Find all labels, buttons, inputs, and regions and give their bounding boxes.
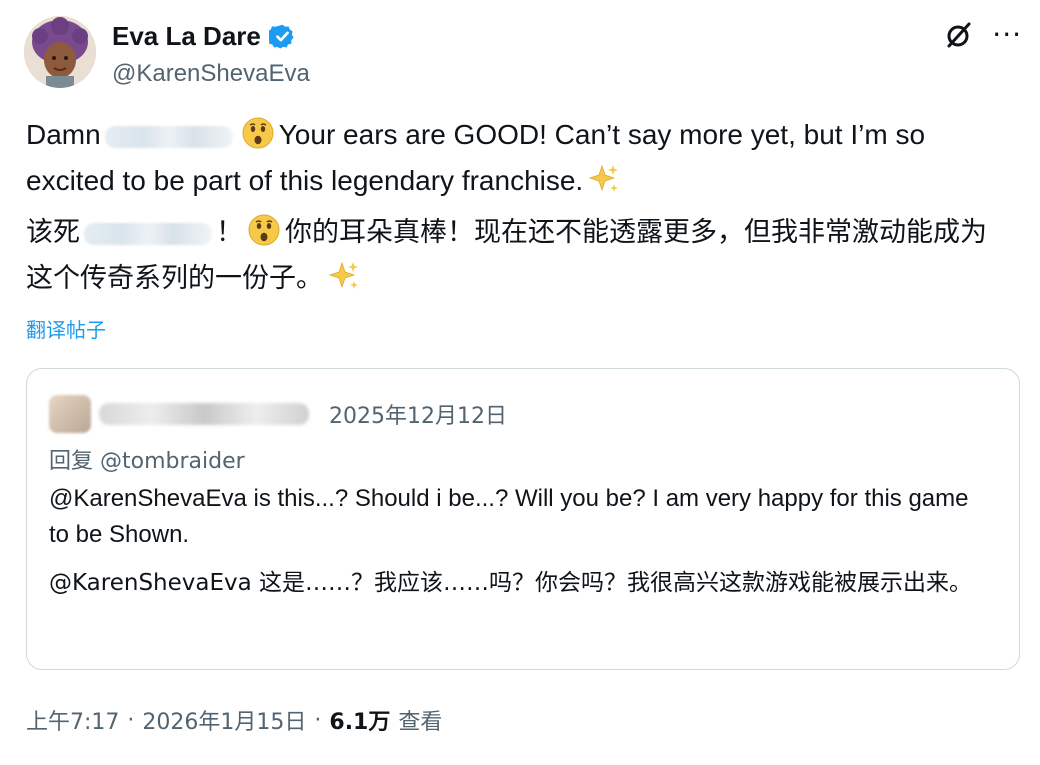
quoted-post-header: 2025年12月12日 <box>49 395 507 433</box>
sparkles-emoji-icon <box>328 261 358 289</box>
quoted-reply-to: 回复 @tombraider <box>49 449 245 474</box>
post-time[interactable]: 上午7:17 <box>26 704 119 736</box>
sparkles-emoji-icon <box>588 164 619 192</box>
views-label: 查看 <box>398 710 443 735</box>
quoted-post-text-english: @KarenShevaEva is this...? Should i be..… <box>49 485 969 548</box>
meta-separator: · <box>127 707 135 733</box>
author-display-name[interactable]: Eva La Dare <box>112 20 261 52</box>
post-text-chinese: 该死！ 你的耳朵真棒！现在还不能透露更多，但我非常激动能成为这个传奇系列的一份子… <box>26 210 1006 302</box>
post-text-english: Damn Your ears are GOOD! Can’t say more … <box>26 112 1006 204</box>
author-avatar[interactable] <box>24 16 96 88</box>
quoted-author-avatar <box>49 395 91 433</box>
author-handle[interactable]: @KarenShevaEva <box>112 60 310 88</box>
post-metadata: 上午7:17 · 2026年1月15日 · 6.1万 查看 <box>26 704 442 736</box>
quoted-post-card[interactable]: 2025年12月12日 回复 @tombraider @KarenShevaEv… <box>26 368 1020 670</box>
astonished-face-emoji-icon <box>248 214 280 246</box>
more-icon[interactable]: ··· <box>992 21 1022 49</box>
translate-post-link[interactable]: 翻译帖子 <box>26 314 106 343</box>
redacted-name-blur <box>104 125 233 148</box>
post-text-zh-middle: ！ <box>216 217 243 248</box>
post-text-en-prefix: Damn <box>26 119 101 150</box>
grok-icon[interactable] <box>944 20 974 50</box>
quoted-author-name-blur <box>99 403 309 425</box>
post-date[interactable]: 2026年1月15日 <box>142 704 306 736</box>
author-name-row: Eva La Dare <box>112 20 296 52</box>
post-text-zh-prefix: 该死 <box>26 217 80 248</box>
astonished-face-emoji-icon <box>242 117 274 149</box>
meta-separator: · <box>314 707 322 733</box>
quoted-post-text-chinese: @KarenShevaEva 这是……？我应该……吗？你会吗？我很高兴这款游戏能… <box>49 570 973 596</box>
views-count: 6.1万 <box>329 710 391 735</box>
quoted-post-date: 2025年12月12日 <box>329 404 507 429</box>
avatar-illustration <box>24 16 96 88</box>
post-top-actions: ··· <box>944 20 1022 50</box>
verified-badge-icon[interactable] <box>268 23 296 50</box>
redacted-name-blur <box>84 222 212 245</box>
